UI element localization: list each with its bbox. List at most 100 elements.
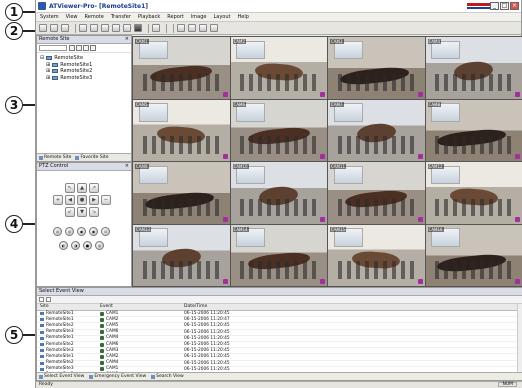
column-datetime[interactable]: Date/Time: [181, 304, 301, 310]
ptz-zoom-out-button[interactable]: −: [101, 195, 111, 205]
camera-icon[interactable]: [79, 24, 87, 32]
ptz-down-button[interactable]: ▼: [77, 207, 87, 217]
ptz-close-icon[interactable]: ×: [125, 163, 129, 170]
camera-tile[interactable]: CAM15: [328, 224, 425, 286]
menu-view[interactable]: View: [66, 14, 78, 20]
ptz-menu-button[interactable]: ◎: [95, 241, 104, 250]
print-icon[interactable]: [123, 24, 131, 32]
ptz-preset-button[interactable]: ◐: [59, 241, 68, 250]
menu-help[interactable]: Help: [238, 14, 249, 20]
camera-tile[interactable]: CAM12: [425, 162, 522, 224]
camera-tile[interactable]: CAM10: [230, 162, 327, 224]
ptz-iris-close-button[interactable]: ◉: [89, 227, 98, 236]
menu-playback[interactable]: Playback: [138, 14, 160, 20]
camera-label: CAM3: [330, 39, 344, 44]
event-clear-icon[interactable]: [39, 297, 44, 302]
camera-tile[interactable]: CAM3: [328, 37, 425, 99]
tab-emergency-event-view[interactable]: Emergency Event View: [89, 374, 146, 379]
menu-report[interactable]: Report: [167, 14, 184, 20]
tab-favorite-site[interactable]: Favorite Site: [75, 155, 109, 160]
stop-icon[interactable]: [134, 24, 142, 32]
close-button[interactable]: ×: [510, 2, 519, 10]
camera-tile[interactable]: CAM11: [328, 162, 425, 224]
recording-indicator-icon: [320, 279, 325, 284]
fullscreen-icon[interactable]: [188, 24, 196, 32]
record-icon[interactable]: [90, 24, 98, 32]
ptz-right-button[interactable]: ▶: [89, 195, 99, 205]
tree-item[interactable]: ⊞ RemoteSite3: [40, 75, 128, 82]
menu-remote[interactable]: Remote: [85, 14, 104, 20]
tab-remote-site[interactable]: Remote Site: [39, 155, 71, 160]
ptz-up-button[interactable]: ▲: [77, 183, 87, 193]
camera-tile[interactable]: CAM7: [328, 99, 425, 161]
camera-tile[interactable]: CAM2: [230, 37, 327, 99]
tab-search-view[interactable]: Search View: [151, 374, 184, 379]
site-search-input[interactable]: [39, 45, 67, 51]
recording-indicator-icon: [515, 91, 520, 97]
connect-icon[interactable]: [39, 24, 47, 32]
camera-tile[interactable]: CAM13: [133, 224, 230, 286]
event-name: CAM6: [106, 341, 119, 347]
event-site: RemoteSite2: [46, 341, 74, 347]
title-bar[interactable]: ATViewer-Pro- [RemoteSite1] _ □ ×: [36, 0, 521, 13]
menu-image[interactable]: Image: [191, 14, 207, 20]
settings-icon[interactable]: [199, 24, 207, 32]
menu-transfer[interactable]: Transfer: [111, 14, 131, 20]
camera-tile[interactable]: CAM1: [133, 37, 230, 99]
camera-tile[interactable]: CAM9: [133, 162, 230, 224]
maximize-button[interactable]: □: [500, 2, 509, 10]
camera-tile[interactable]: CAM8: [425, 99, 522, 161]
event-datetime: 06-15-2006 11:20:45: [184, 311, 230, 316]
tab-select-event-view[interactable]: Select Event View: [39, 374, 84, 379]
ptz-down-right-button[interactable]: ↘: [89, 207, 99, 217]
event-save-icon[interactable]: [46, 297, 51, 302]
event-site: RemoteSite1: [46, 335, 74, 341]
camera-label: CAM16: [427, 226, 444, 232]
app-icon: [38, 2, 46, 10]
dvr-icon: [52, 62, 59, 67]
camera-tile[interactable]: CAM16: [425, 224, 522, 286]
ptz-focus-far-button[interactable]: ◎: [65, 227, 74, 236]
ptz-pattern-button[interactable]: ●: [83, 241, 92, 250]
ptz-up-left-button[interactable]: ↖: [65, 183, 75, 193]
menu-system[interactable]: System: [40, 14, 59, 20]
site-icon: [40, 349, 44, 353]
camera-tile[interactable]: CAM4: [425, 37, 522, 99]
ptz-left-button[interactable]: ◀: [65, 195, 75, 205]
disconnect-icon[interactable]: [50, 24, 58, 32]
add-site-icon[interactable]: [69, 45, 75, 51]
site-properties-icon[interactable]: [90, 45, 96, 51]
event-camera-icon: [100, 317, 104, 322]
column-site[interactable]: Site: [37, 304, 97, 310]
app-window: ATViewer-Pro- [RemoteSite1] _ □ × System…: [35, 0, 522, 388]
camera-tile[interactable]: CAM5: [133, 99, 230, 161]
delete-site-icon[interactable]: [83, 45, 89, 51]
recording-indicator-icon: [417, 91, 423, 97]
ptz-home-button[interactable]: ●: [77, 195, 87, 205]
ptz-zoom-in-button[interactable]: +: [53, 195, 63, 205]
ptz-tour-button[interactable]: ◑: [71, 241, 80, 250]
chairs: [240, 261, 318, 279]
ptz-focus-near-button[interactable]: ◎: [53, 227, 62, 236]
refresh-icon[interactable]: [61, 24, 69, 32]
playback-icon[interactable]: [101, 24, 109, 32]
camera-tile[interactable]: CAM14: [230, 224, 327, 286]
ptz-auto-button[interactable]: ⊙: [101, 227, 110, 236]
toolbar-separator: [166, 23, 167, 33]
event-scrollbar[interactable]: [517, 304, 522, 372]
snapshot-icon[interactable]: [112, 24, 120, 32]
remote-site-close-icon[interactable]: ×: [125, 36, 129, 43]
event-view-title: Select Event View: [39, 288, 84, 294]
menu-layout[interactable]: Layout: [214, 14, 231, 20]
info-icon[interactable]: [210, 24, 218, 32]
ptz-up-right-button[interactable]: ↗: [89, 183, 99, 193]
ptz-iris-open-button[interactable]: ◉: [77, 227, 86, 236]
camera-tile[interactable]: CAM6: [230, 99, 327, 161]
ptz-down-left-button[interactable]: ↙: [65, 207, 75, 217]
layout-1-icon[interactable]: [152, 24, 160, 32]
edit-site-icon[interactable]: [76, 45, 82, 51]
chairs: [142, 73, 220, 92]
minimize-button[interactable]: _: [490, 2, 499, 10]
column-event[interactable]: Event: [97, 304, 181, 310]
sequence-icon[interactable]: [177, 24, 185, 32]
